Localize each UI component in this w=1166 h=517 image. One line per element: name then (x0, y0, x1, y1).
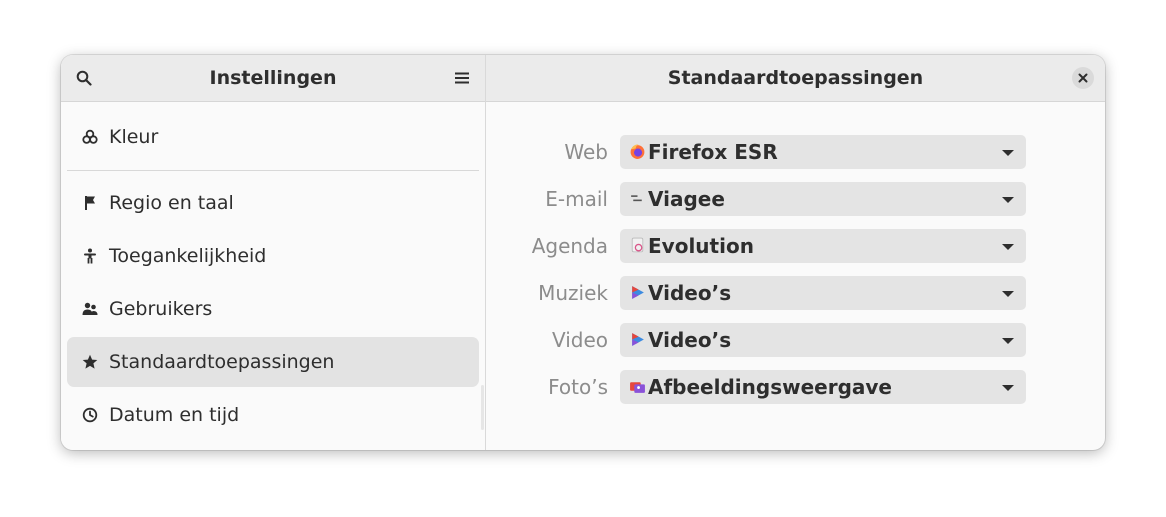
menu-button[interactable] (447, 63, 477, 93)
chevron-down-icon (1002, 244, 1014, 250)
dropdown-value: Evolution (648, 234, 754, 258)
sidebar-item-label: Regio en taal (109, 192, 234, 214)
sidebar-header: Instellingen (61, 55, 485, 102)
sidebar-item-label: Kleur (109, 126, 159, 148)
evolution-icon (631, 237, 644, 253)
users-icon (82, 301, 98, 317)
accessibility-icon (82, 248, 98, 264)
dropdown-value: Firefox ESR (648, 140, 778, 164)
web-dropdown[interactable]: Firefox ESR (620, 135, 1026, 169)
fotos-dropdown[interactable]: Afbeeldingsweergave (620, 370, 1026, 404)
app-row-agenda: Agenda Evolution (486, 229, 1105, 263)
sidebar-item-gebruikers[interactable]: Gebruikers (67, 284, 479, 334)
image-viewer-icon (630, 382, 645, 393)
sidebar-title: Instellingen (209, 67, 337, 89)
sidebar-separator (67, 170, 479, 171)
app-row-fotos: Foto’s Afbeeldingsweergave (486, 370, 1105, 404)
sidebar-item-toegankelijkheid[interactable]: Toegankelijkheid (67, 231, 479, 281)
chevron-down-icon (1002, 338, 1014, 344)
viagee-icon (630, 192, 645, 205)
flag-icon (82, 195, 98, 211)
app-label: Muziek (538, 281, 608, 305)
chevron-down-icon (1002, 291, 1014, 297)
star-icon (82, 354, 98, 370)
sidebar-item-regio-en-taal[interactable]: Regio en taal (67, 178, 479, 228)
sidebar-item-label: Gebruikers (109, 298, 213, 320)
content-header: Standaardtoepassingen (486, 55, 1105, 102)
videos-icon (632, 333, 644, 346)
hamburger-menu-icon (455, 72, 469, 84)
dropdown-value: Afbeeldingsweergave (648, 375, 892, 399)
search-button[interactable] (69, 63, 99, 93)
close-button[interactable] (1072, 67, 1094, 89)
search-icon (76, 70, 92, 86)
color-icon (82, 129, 98, 145)
video-dropdown[interactable]: Video’s (620, 323, 1026, 357)
sidebar-item-standaardtoepassingen[interactable]: Standaardtoepassingen (67, 337, 479, 387)
clock-icon (82, 407, 98, 423)
app-label: E-mail (545, 187, 608, 211)
settings-window: Instellingen Kleur Regio en taal Toegank… (61, 55, 1105, 450)
dropdown-value: Viagee (648, 187, 725, 211)
firefox-icon (630, 144, 645, 159)
page-title: Standaardtoepassingen (667, 67, 924, 89)
app-row-web: Web Firefox ESR (486, 135, 1105, 169)
dropdown-value: Video’s (648, 328, 732, 352)
agenda-dropdown[interactable]: Evolution (620, 229, 1026, 263)
sidebar-item-label: Datum en tijd (109, 404, 240, 426)
sidebar: Instellingen Kleur Regio en taal Toegank… (61, 55, 486, 450)
close-icon (1078, 73, 1088, 83)
sidebar-item-label: Toegankelijkheid (109, 245, 267, 267)
dropdown-value: Video’s (648, 281, 732, 305)
sidebar-item-label: Standaardtoepassingen (109, 351, 335, 373)
videos-icon (632, 286, 644, 299)
app-label: Video (551, 328, 608, 352)
app-row-video: Video Video’s (486, 323, 1105, 357)
app-label: Agenda (531, 234, 608, 258)
chevron-down-icon (1002, 385, 1014, 391)
email-dropdown[interactable]: Viagee (620, 182, 1026, 216)
app-row-muziek: Muziek Video’s (486, 276, 1105, 310)
chevron-down-icon (1002, 150, 1014, 156)
sidebar-item-kleur[interactable]: Kleur (67, 112, 479, 162)
sidebar-item-datum-en-tijd[interactable]: Datum en tijd (67, 390, 479, 440)
muziek-dropdown[interactable]: Video’s (620, 276, 1026, 310)
sidebar-scrollbar[interactable] (481, 385, 484, 430)
app-label: Web (564, 140, 608, 164)
app-row-email: E-mail Viagee (486, 182, 1105, 216)
app-label: Foto’s (548, 375, 608, 399)
chevron-down-icon (1002, 197, 1014, 203)
